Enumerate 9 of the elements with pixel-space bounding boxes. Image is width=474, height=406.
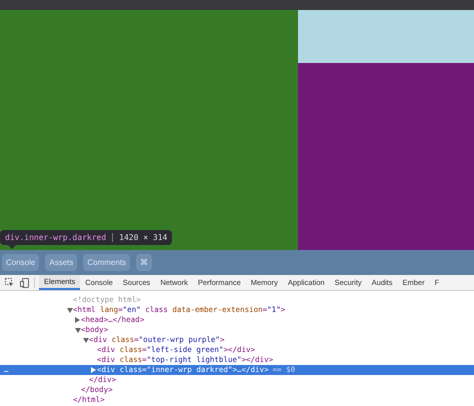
collapsed-triangle-icon[interactable] <box>91 367 96 373</box>
collapsed-triangle-icon[interactable] <box>75 317 80 323</box>
expanded-triangle-icon[interactable] <box>66 308 72 312</box>
device-icon[interactable] <box>20 278 29 288</box>
tooltip-selector: div.inner-wrp.darkred <box>5 232 106 244</box>
expanded-triangle-icon[interactable] <box>74 328 80 332</box>
inspect-icon[interactable] <box>5 278 14 287</box>
tooltip-size: 1420 × 314 <box>119 232 168 244</box>
expanded-triangle-icon[interactable] <box>82 338 88 342</box>
